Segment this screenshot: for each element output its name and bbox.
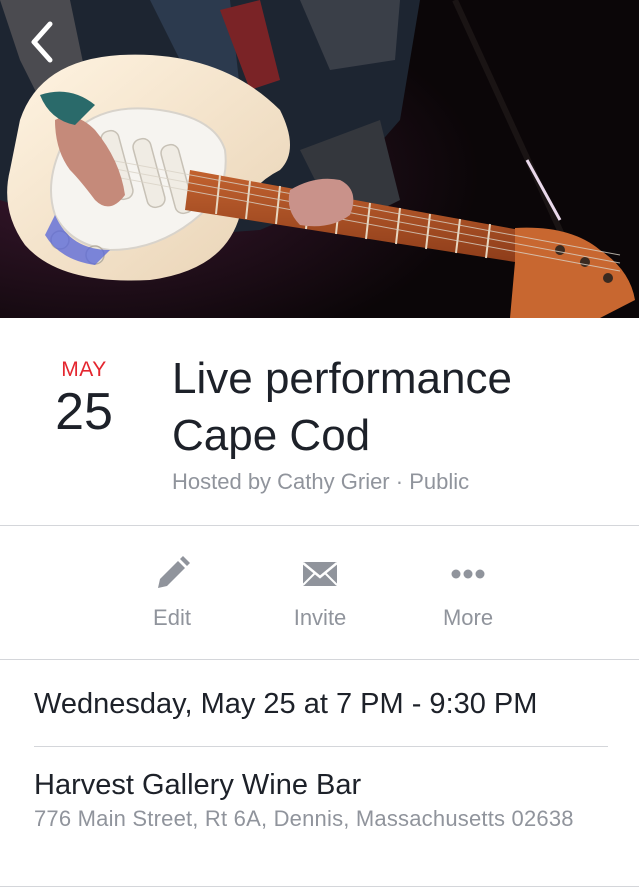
more-label: More (442, 605, 494, 630)
back-button[interactable] (22, 18, 62, 66)
event-location[interactable]: Harvest Gallery Wine Bar 776 Main Street… (34, 767, 594, 833)
event-date: MAY 25 (34, 358, 134, 440)
venue-address: 776 Main Street, Rt 6A, Dennis, Massachu… (34, 806, 574, 831)
cover-image (0, 0, 639, 318)
invite-label: Invite (293, 605, 347, 630)
event-day: 25 (55, 383, 113, 441)
event-title: Live performance Cape Cod (172, 354, 512, 460)
chevron-left-icon (31, 21, 53, 63)
envelope-icon (300, 554, 340, 594)
more-dots-icon (448, 554, 488, 594)
edit-label: Edit (153, 605, 191, 630)
event-datetime[interactable]: Wednesday, May 25 at 7 PM - 9:30 PM (34, 686, 537, 722)
event-host-privacy[interactable]: Hosted by Cathy Grier · Public (172, 468, 469, 496)
event-month: MAY (61, 358, 107, 381)
cover-photo (0, 0, 639, 318)
invite-button[interactable]: Invite (265, 554, 375, 634)
edit-button[interactable]: Edit (117, 554, 227, 634)
event-header: MAY 25 Live performance Cape Cod Hosted … (0, 318, 639, 525)
pencil-icon (152, 554, 192, 594)
divider (0, 659, 639, 660)
divider (0, 886, 639, 887)
divider (34, 746, 608, 747)
venue-name: Harvest Gallery Wine Bar (34, 769, 362, 801)
more-button[interactable]: More (413, 554, 523, 634)
action-bar: Edit Invite More (0, 526, 639, 659)
